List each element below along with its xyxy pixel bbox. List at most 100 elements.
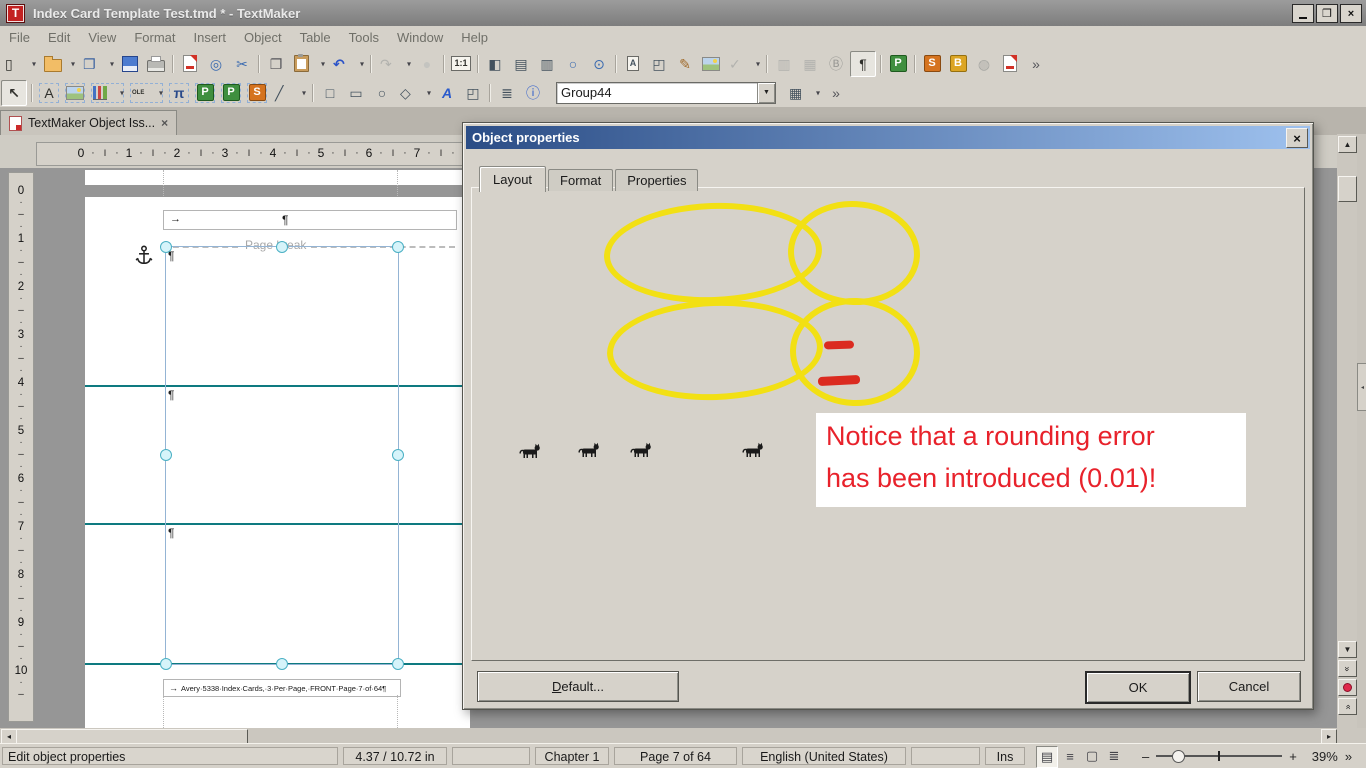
normal-view-icon[interactable]: ▤ — [509, 52, 533, 76]
selection-handle[interactable] — [276, 658, 288, 670]
menu-item[interactable]: View — [79, 28, 125, 47]
text-frame-icon[interactable]: A — [37, 81, 61, 105]
cancel-button[interactable]: Cancel — [1197, 671, 1301, 702]
thesaurus-icon[interactable]: ▥ — [772, 52, 796, 76]
undo-icon[interactable]: ↶ — [329, 52, 366, 76]
dialog-tab[interactable]: Layout — [479, 166, 546, 192]
selection-handle[interactable] — [392, 658, 404, 670]
selection-handle[interactable] — [160, 658, 172, 670]
footer-frame[interactable]: → Avery·5338·Index·Cards,·3·Per·Page,·FR… — [163, 679, 401, 697]
restore-button[interactable]: ❐ — [1316, 4, 1338, 23]
selected-object-frame[interactable] — [165, 246, 399, 665]
sidebar-toggle[interactable]: ◂ — [1357, 363, 1366, 411]
new-document-icon[interactable]: ▯ — [1, 52, 38, 76]
page-setup-icon[interactable]: ◰ — [647, 52, 671, 76]
format-brush-icon[interactable]: ✎ — [673, 52, 697, 76]
pdf-form-icon[interactable] — [998, 52, 1022, 76]
rounded-rectangle-tool-icon[interactable]: ▭ — [344, 81, 368, 105]
scroll-left-icon[interactable]: ◂ — [1, 729, 17, 744]
layout-view-icon[interactable]: ▤ — [1036, 746, 1058, 768]
toolbar-overflow-icon[interactable]: » — [824, 81, 848, 105]
scroll-thumb[interactable] — [16, 729, 248, 744]
zoom-out-button[interactable]: – — [1142, 749, 1149, 764]
next-page-icon[interactable]: » — [1338, 698, 1357, 715]
insert-image-icon[interactable] — [699, 52, 723, 76]
wordart-icon[interactable]: A — [435, 81, 459, 105]
search-icon[interactable]: ● — [415, 52, 439, 76]
redo-icon[interactable]: ↷ — [376, 52, 413, 76]
draft-view-icon[interactable]: ≡ — [1060, 746, 1080, 766]
page-width-view-icon[interactable]: ◧ — [483, 52, 507, 76]
close-button[interactable]: × — [1340, 4, 1362, 23]
planmaker-object-icon[interactable]: S — [920, 52, 944, 76]
scroll-right-icon[interactable]: ▸ — [1321, 729, 1337, 744]
dialog-tab[interactable]: Format — [548, 169, 613, 191]
previous-page-icon[interactable]: » — [1338, 660, 1357, 677]
zoom-in-button[interactable]: + — [1289, 749, 1297, 764]
toolbar-overflow-icon[interactable]: » — [1024, 52, 1048, 76]
print-icon[interactable] — [144, 52, 168, 76]
autoshape-tool-icon[interactable]: ◇ — [396, 81, 433, 105]
ok-button[interactable]: OK — [1085, 671, 1191, 704]
selection-handle[interactable] — [392, 449, 404, 461]
scroll-down-icon[interactable]: ▼ — [1338, 641, 1357, 658]
bold-circle-icon[interactable]: Ⓑ — [824, 52, 848, 76]
ole-frame-icon[interactable]: OLE — [128, 81, 165, 105]
line-tool-icon[interactable]: ╱ — [271, 81, 308, 105]
rectangle-tool-icon[interactable]: □ — [318, 81, 342, 105]
paste-icon[interactable] — [290, 52, 327, 76]
cut-icon[interactable]: ✂ — [230, 52, 254, 76]
dialog-close-button[interactable]: × — [1286, 128, 1308, 148]
font-dialog-icon[interactable]: A — [621, 52, 645, 76]
object-name-combo[interactable]: Group44 ▼ — [556, 82, 776, 104]
menu-item[interactable]: Insert — [184, 28, 235, 47]
order-icon[interactable]: ≣ — [495, 81, 519, 105]
image-frame-icon[interactable] — [63, 81, 87, 105]
zoom-out-icon[interactable]: ○ — [561, 52, 585, 76]
ellipse-tool-icon[interactable]: ○ — [370, 81, 394, 105]
horizontal-scrollbar[interactable]: ◂ ▸ — [0, 728, 1337, 743]
pointer-tool-icon[interactable]: ↖ — [1, 80, 27, 106]
save-as-icon[interactable]: ❐ — [79, 52, 116, 76]
formatting-marks-icon[interactable]: ¶ — [850, 51, 876, 77]
zoom-slider-thumb[interactable] — [1172, 750, 1185, 763]
web-icon[interactable]: ◍ — [972, 52, 996, 76]
group-icon[interactable]: ◰ — [461, 81, 485, 105]
presentation-frame-icon[interactable]: P — [193, 81, 217, 105]
page-navigator-icon[interactable] — [1338, 679, 1357, 696]
outline-view-icon[interactable]: ≣ — [1104, 746, 1124, 766]
menu-item[interactable]: Table — [291, 28, 340, 47]
chart-frame-icon[interactable] — [89, 81, 126, 105]
chevron-down-icon[interactable]: ▼ — [757, 83, 775, 103]
selection-handle[interactable] — [160, 449, 172, 461]
default-button[interactable]: Default... — [477, 671, 679, 702]
header-frame[interactable]: → ¶ — [163, 210, 457, 230]
presentations-object-icon[interactable]: P — [886, 52, 910, 76]
basic-object-icon[interactable]: B — [946, 52, 970, 76]
dialog-tab[interactable]: Properties — [615, 169, 698, 191]
worksheet-frame-icon[interactable]: S — [245, 81, 269, 105]
open-document-icon[interactable] — [40, 52, 77, 76]
fullpage-view-icon[interactable]: ▢ — [1082, 746, 1102, 766]
zoom-in-icon[interactable]: ⊙ — [587, 52, 611, 76]
scroll-up-icon[interactable]: ▲ — [1338, 136, 1357, 153]
object-info-icon[interactable]: ⓘ — [521, 81, 545, 105]
vertical-scrollbar[interactable]: ▲ ▼ » » — [1337, 134, 1357, 728]
menu-item[interactable]: Object — [235, 28, 291, 47]
selection-handle[interactable] — [276, 241, 288, 253]
columns-icon[interactable]: ▦ — [798, 52, 822, 76]
menu-item[interactable]: Tools — [340, 28, 388, 47]
zoom-100-icon[interactable]: 1:1 — [449, 52, 473, 76]
tab-close-icon[interactable]: × — [161, 116, 168, 130]
statusbar-overflow-icon[interactable]: » — [1345, 749, 1352, 764]
spellcheck-icon[interactable]: ✓ — [725, 52, 762, 76]
export-pdf-icon[interactable] — [178, 52, 202, 76]
scroll-thumb[interactable] — [1338, 176, 1357, 202]
menu-item[interactable]: Help — [452, 28, 497, 47]
print-preview-icon[interactable]: ◎ — [204, 52, 228, 76]
menu-item[interactable]: File — [0, 28, 39, 47]
formula-icon[interactable]: π — [167, 81, 191, 105]
menu-item[interactable]: Edit — [39, 28, 79, 47]
selection-handle[interactable] — [392, 241, 404, 253]
menu-item[interactable]: Window — [388, 28, 452, 47]
